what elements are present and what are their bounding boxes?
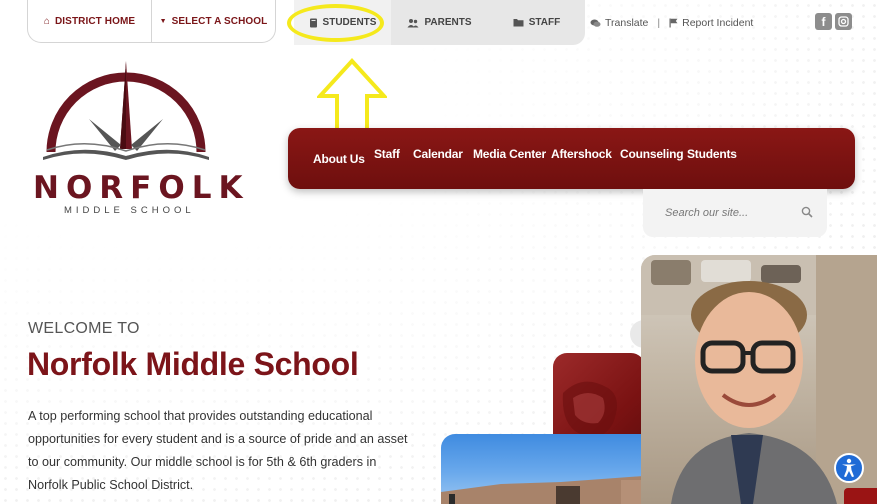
nav-aftershock[interactable]: Aftershock	[551, 147, 612, 161]
report-incident-link[interactable]: Report Incident	[682, 17, 753, 29]
translate-link[interactable]: Translate	[605, 17, 648, 29]
facebook-icon[interactable]: f	[815, 13, 832, 30]
search-icon[interactable]	[801, 206, 813, 218]
divider: |	[657, 17, 661, 29]
tab-parents-label: PARENTS	[424, 17, 472, 28]
nav-media-center[interactable]: Media Center	[473, 147, 546, 161]
caret-down-icon: ▼	[159, 17, 167, 25]
tab-students-label: STUDENTS	[322, 17, 377, 28]
school-title: Norfolk Middle School	[27, 346, 359, 382]
tab-staff-label: STAFF	[528, 17, 561, 28]
district-home-label: DISTRICT HOME	[54, 15, 136, 27]
logo-subtitle: MIDDLE SCHOOL	[64, 205, 195, 216]
main-navigation: About Us Staff Calendar Media Center Aft…	[288, 128, 855, 189]
district-home-link[interactable]: ⌂ DISTRICT HOME	[28, 0, 151, 42]
tab-students[interactable]: STUDENTS	[294, 0, 391, 45]
accessibility-button[interactable]	[834, 453, 864, 483]
home-icon: ⌂	[43, 15, 50, 27]
audience-tabs: STUDENTS PARENTS STAFF	[294, 0, 585, 45]
nav-students[interactable]: Students	[687, 147, 737, 161]
up-arrow-annotation	[317, 58, 387, 133]
nav-about-us[interactable]: About Us	[313, 152, 365, 166]
people-icon	[407, 18, 419, 27]
nav-calendar[interactable]: Calendar	[413, 147, 463, 161]
nav-staff[interactable]: Staff	[374, 147, 400, 161]
select-school-dropdown[interactable]: ▼ SELECT A SCHOOL	[151, 0, 275, 42]
instagram-icon[interactable]	[835, 13, 852, 30]
flag-icon	[669, 18, 678, 28]
welcome-heading: WELCOME TO	[28, 320, 140, 337]
school-logo-compass-book	[43, 61, 209, 160]
select-school-label: SELECT A SCHOOL	[171, 15, 268, 27]
school-description: A top performing school that provides ou…	[28, 409, 408, 492]
logo-wordmark: NORFOLK	[33, 170, 250, 206]
tab-staff[interactable]: STAFF	[488, 0, 585, 45]
search-input[interactable]	[663, 206, 797, 220]
chat-icon	[590, 19, 601, 27]
school-building-photo	[441, 434, 670, 504]
district-school-bar: ⌂ DISTRICT HOME ▼ SELECT A SCHOOL	[27, 0, 276, 43]
site-search	[643, 189, 827, 237]
folder-icon	[513, 19, 524, 27]
decorative-red-block	[844, 488, 877, 504]
accessibility-icon	[842, 458, 856, 477]
nav-counseling[interactable]: Counseling	[620, 147, 684, 161]
book-icon	[309, 18, 317, 27]
utility-links: Translate | Report Incident	[590, 17, 753, 29]
tab-parents[interactable]: PARENTS	[391, 0, 488, 45]
